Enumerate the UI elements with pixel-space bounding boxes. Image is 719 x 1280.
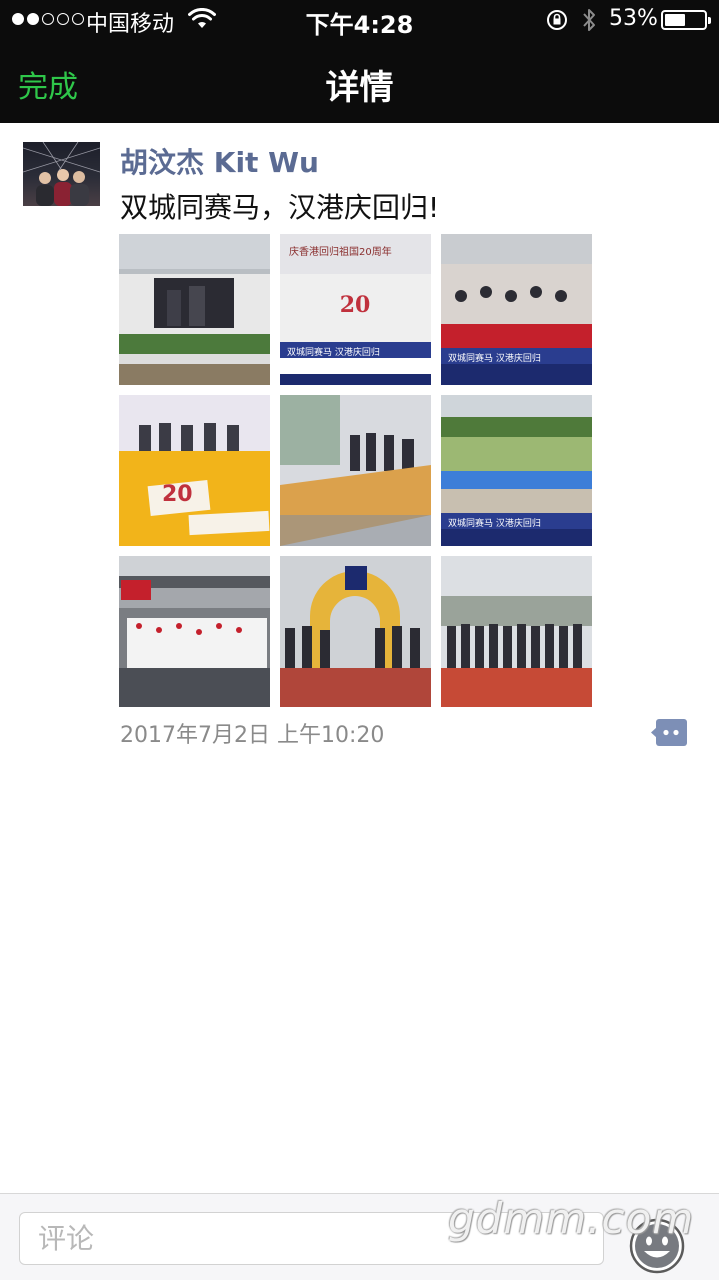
photo-3-caption: 双城同赛马 汉港庆回归 [448, 354, 541, 364]
photo-8[interactable] [280, 556, 431, 707]
photo-7[interactable] [119, 556, 270, 707]
photo-4[interactable]: 20 [119, 395, 270, 546]
photo-1[interactable] [119, 234, 270, 385]
photo-7-image [119, 556, 270, 707]
status-bar: 中国移动 下午4:28 53% [0, 0, 719, 40]
post-timestamp: 2017年7月2日 上午10:20 [120, 723, 385, 748]
author-name[interactable]: 胡汶杰 Kit Wu [120, 141, 319, 181]
photo-grid: 20 庆香港回归祖国20周年 双城同赛马 汉港庆回归 双城同赛马 汉港庆回归 2… [119, 234, 593, 708]
lock-rotation-icon [547, 10, 567, 30]
photo-6-caption: 双城同赛马 汉港庆回归 [448, 519, 541, 529]
battery-percentage: 53% [609, 6, 658, 31]
avatar[interactable] [23, 142, 100, 206]
photo-2-caption: 双城同赛马 汉港庆回归 [287, 348, 380, 358]
battery-nub [708, 17, 711, 24]
avatar-photo [23, 142, 100, 206]
battery-icon [661, 10, 711, 30]
nav-bar: 完成 详情 [0, 40, 719, 123]
photo-4-image [119, 395, 270, 546]
photo-2-headline: 庆香港回归祖国20周年 [289, 247, 392, 258]
photo-6[interactable]: 双城同赛马 汉港庆回归 [441, 395, 592, 546]
photo-5[interactable] [280, 395, 431, 546]
photo-4-headline: 20 [162, 482, 193, 507]
photo-2[interactable]: 20 庆香港回归祖国20周年 双城同赛马 汉港庆回归 [280, 234, 431, 385]
photo-5-image [280, 395, 431, 546]
photo-1-image [119, 234, 270, 385]
photo-9-image [441, 556, 592, 707]
top-bar: 中国移动 下午4:28 53% 完成 详情 [0, 0, 719, 123]
bluetooth-icon [583, 9, 595, 31]
photo-9[interactable] [441, 556, 592, 707]
photo-8-image [280, 556, 431, 707]
svg-text:20: 20 [340, 292, 371, 318]
post-text: 双城同赛马，汉港庆回归! [120, 191, 440, 224]
battery-fill [665, 14, 685, 26]
watermark: gdmm.com [448, 1194, 695, 1243]
page-title: 详情 [325, 68, 394, 108]
photo-3[interactable]: 双城同赛马 汉港庆回归 [441, 234, 592, 385]
comment-icon[interactable] [651, 719, 687, 746]
